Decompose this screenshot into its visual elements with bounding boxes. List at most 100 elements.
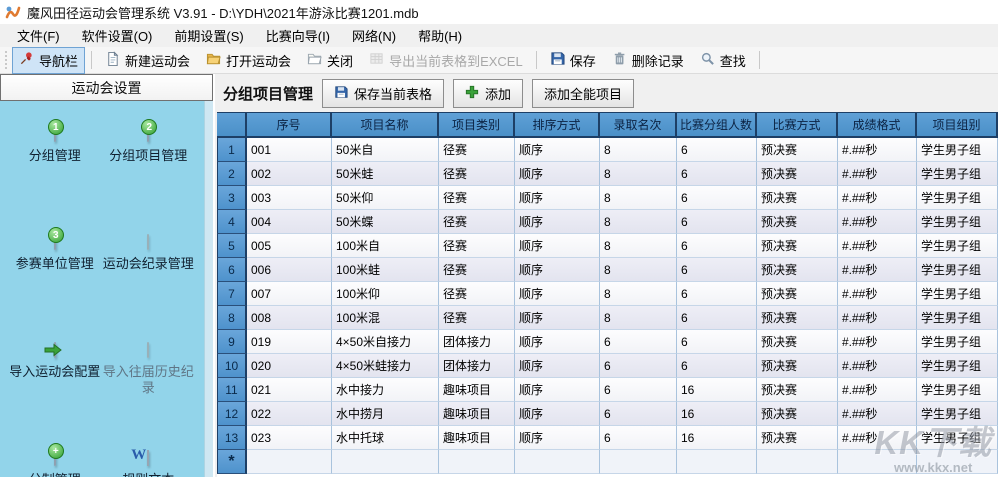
grid-cell[interactable]: 径赛 bbox=[439, 138, 515, 162]
grid-cell[interactable]: 顺序 bbox=[515, 426, 600, 450]
column-header[interactable]: 项目类别 bbox=[439, 112, 515, 138]
column-header[interactable]: 成绩格式 bbox=[838, 112, 917, 138]
grid-cell[interactable]: 团体接力 bbox=[439, 330, 515, 354]
grid-cell[interactable]: 顺序 bbox=[515, 258, 600, 282]
grid-cell[interactable]: 顺序 bbox=[515, 306, 600, 330]
grid-cell[interactable]: 趣味项目 bbox=[439, 378, 515, 402]
grid-cell[interactable]: 学生男子组 bbox=[917, 210, 998, 234]
row-header[interactable]: 8 bbox=[217, 306, 247, 330]
nav-bar-toggle[interactable]: 导航栏 bbox=[12, 47, 85, 74]
grid-cell[interactable]: 006 bbox=[247, 258, 332, 282]
grid-cell[interactable]: 学生男子组 bbox=[917, 234, 998, 258]
grid-corner-cell[interactable] bbox=[217, 112, 247, 138]
grid-cell[interactable]: 50米蝶 bbox=[332, 210, 439, 234]
grid-cell[interactable]: 50米蛙 bbox=[332, 162, 439, 186]
menu-item[interactable]: 软件设置(O) bbox=[71, 23, 164, 48]
grid-cell[interactable]: 100米仰 bbox=[332, 282, 439, 306]
row-header[interactable]: 4 bbox=[217, 210, 247, 234]
grid-cell[interactable]: #.##秒 bbox=[838, 378, 917, 402]
row-header[interactable]: 6 bbox=[217, 258, 247, 282]
grid-cell[interactable]: 径赛 bbox=[439, 162, 515, 186]
grid-cell[interactable]: #.##秒 bbox=[838, 162, 917, 186]
grid-cell[interactable]: 径赛 bbox=[439, 186, 515, 210]
grid-cell[interactable]: #.##秒 bbox=[838, 306, 917, 330]
grid-cell[interactable]: #.##秒 bbox=[838, 210, 917, 234]
grid-cell[interactable]: 顺序 bbox=[515, 330, 600, 354]
column-header[interactable]: 比赛分组人数 bbox=[677, 112, 757, 138]
close-event-button[interactable]: 关闭 bbox=[300, 47, 360, 74]
grid-cell[interactable] bbox=[439, 450, 515, 474]
grid-cell[interactable]: 4×50米自接力 bbox=[332, 330, 439, 354]
grid-cell[interactable]: #.##秒 bbox=[838, 138, 917, 162]
grid-cell[interactable]: 50米仰 bbox=[332, 186, 439, 210]
grid-cell[interactable]: 6 bbox=[677, 330, 757, 354]
grid-cell[interactable]: 8 bbox=[600, 162, 677, 186]
grid-cell[interactable]: 趣味项目 bbox=[439, 402, 515, 426]
row-header[interactable]: 12 bbox=[217, 402, 247, 426]
grid-cell[interactable]: 8 bbox=[600, 138, 677, 162]
grid-cell[interactable]: 100米混 bbox=[332, 306, 439, 330]
grid-cell[interactable]: 顺序 bbox=[515, 378, 600, 402]
grid-cell[interactable]: 6 bbox=[677, 210, 757, 234]
menu-item[interactable]: 前期设置(S) bbox=[163, 23, 254, 48]
grid-cell[interactable]: 6 bbox=[677, 354, 757, 378]
grid-cell[interactable]: 002 bbox=[247, 162, 332, 186]
grid-cell[interactable]: 顺序 bbox=[515, 186, 600, 210]
grid-cell[interactable]: 100米自 bbox=[332, 234, 439, 258]
grid-cell[interactable]: 003 bbox=[247, 186, 332, 210]
grid-cell[interactable]: 径赛 bbox=[439, 306, 515, 330]
grid-cell[interactable]: 预决赛 bbox=[757, 162, 838, 186]
column-header[interactable]: 录取名次 bbox=[600, 112, 677, 138]
sidebar-scrollbar[interactable] bbox=[204, 101, 213, 477]
grid-cell[interactable] bbox=[332, 450, 439, 474]
grid-cell[interactable]: 学生男子组 bbox=[917, 162, 998, 186]
grid-cell[interactable]: 预决赛 bbox=[757, 258, 838, 282]
grid-cell[interactable]: 学生男子组 bbox=[917, 426, 998, 450]
grid-cell[interactable]: 预决赛 bbox=[757, 138, 838, 162]
grid-cell[interactable] bbox=[600, 450, 677, 474]
grid-cell[interactable]: 8 bbox=[600, 306, 677, 330]
grid-cell[interactable]: 径赛 bbox=[439, 258, 515, 282]
sidebar-item-rules-text[interactable]: W规则文本 bbox=[102, 451, 196, 477]
grid-cell[interactable]: 6 bbox=[600, 402, 677, 426]
grid-cell[interactable]: 顺序 bbox=[515, 162, 600, 186]
column-header[interactable]: 项目组别 bbox=[917, 112, 998, 138]
grid-cell[interactable]: 100米蛙 bbox=[332, 258, 439, 282]
grid-cell[interactable]: 8 bbox=[600, 282, 677, 306]
grid-cell[interactable]: 019 bbox=[247, 330, 332, 354]
grid-cell[interactable]: 16 bbox=[677, 378, 757, 402]
grid-cell[interactable]: #.##秒 bbox=[838, 234, 917, 258]
grid-cell[interactable] bbox=[917, 450, 998, 474]
grid-cell[interactable]: 预决赛 bbox=[757, 402, 838, 426]
grid-cell[interactable]: #.##秒 bbox=[838, 282, 917, 306]
grid-cell[interactable]: 6 bbox=[600, 330, 677, 354]
grid-cell[interactable]: 6 bbox=[600, 426, 677, 450]
sidebar-item-team-management[interactable]: 3参赛单位管理 bbox=[8, 235, 102, 301]
row-header[interactable]: 7 bbox=[217, 282, 247, 306]
grid-cell[interactable]: 学生男子组 bbox=[917, 306, 998, 330]
row-header[interactable]: 1 bbox=[217, 138, 247, 162]
grid-cell[interactable]: 004 bbox=[247, 210, 332, 234]
row-header[interactable]: 2 bbox=[217, 162, 247, 186]
open-event-button[interactable]: 打开运动会 bbox=[199, 47, 298, 74]
grid-cell[interactable]: 学生男子组 bbox=[917, 378, 998, 402]
grid-cell[interactable]: 预决赛 bbox=[757, 330, 838, 354]
grid-cell[interactable]: #.##秒 bbox=[838, 354, 917, 378]
row-header[interactable]: 13 bbox=[217, 426, 247, 450]
grid-cell[interactable]: #.##秒 bbox=[838, 186, 917, 210]
grid-cell[interactable]: 预决赛 bbox=[757, 426, 838, 450]
sidebar-item-import-meet-config[interactable]: 导入运动会配置 bbox=[8, 343, 102, 409]
new-event-button[interactable]: 新建运动会 bbox=[98, 47, 197, 74]
grid-cell[interactable]: 6 bbox=[600, 378, 677, 402]
grid-cell[interactable]: 020 bbox=[247, 354, 332, 378]
grid-cell[interactable] bbox=[757, 450, 838, 474]
grid-cell[interactable]: 顺序 bbox=[515, 234, 600, 258]
row-header[interactable]: 11 bbox=[217, 378, 247, 402]
grid-cell[interactable]: 8 bbox=[600, 210, 677, 234]
column-header[interactable]: 项目名称 bbox=[332, 112, 439, 138]
grid-cell[interactable]: 水中托球 bbox=[332, 426, 439, 450]
add-allround-event-button[interactable]: 添加全能项目 bbox=[532, 79, 634, 108]
grid-cell[interactable] bbox=[838, 450, 917, 474]
toolbar-grip[interactable] bbox=[3, 51, 8, 69]
grid-cell[interactable]: 学生男子组 bbox=[917, 186, 998, 210]
